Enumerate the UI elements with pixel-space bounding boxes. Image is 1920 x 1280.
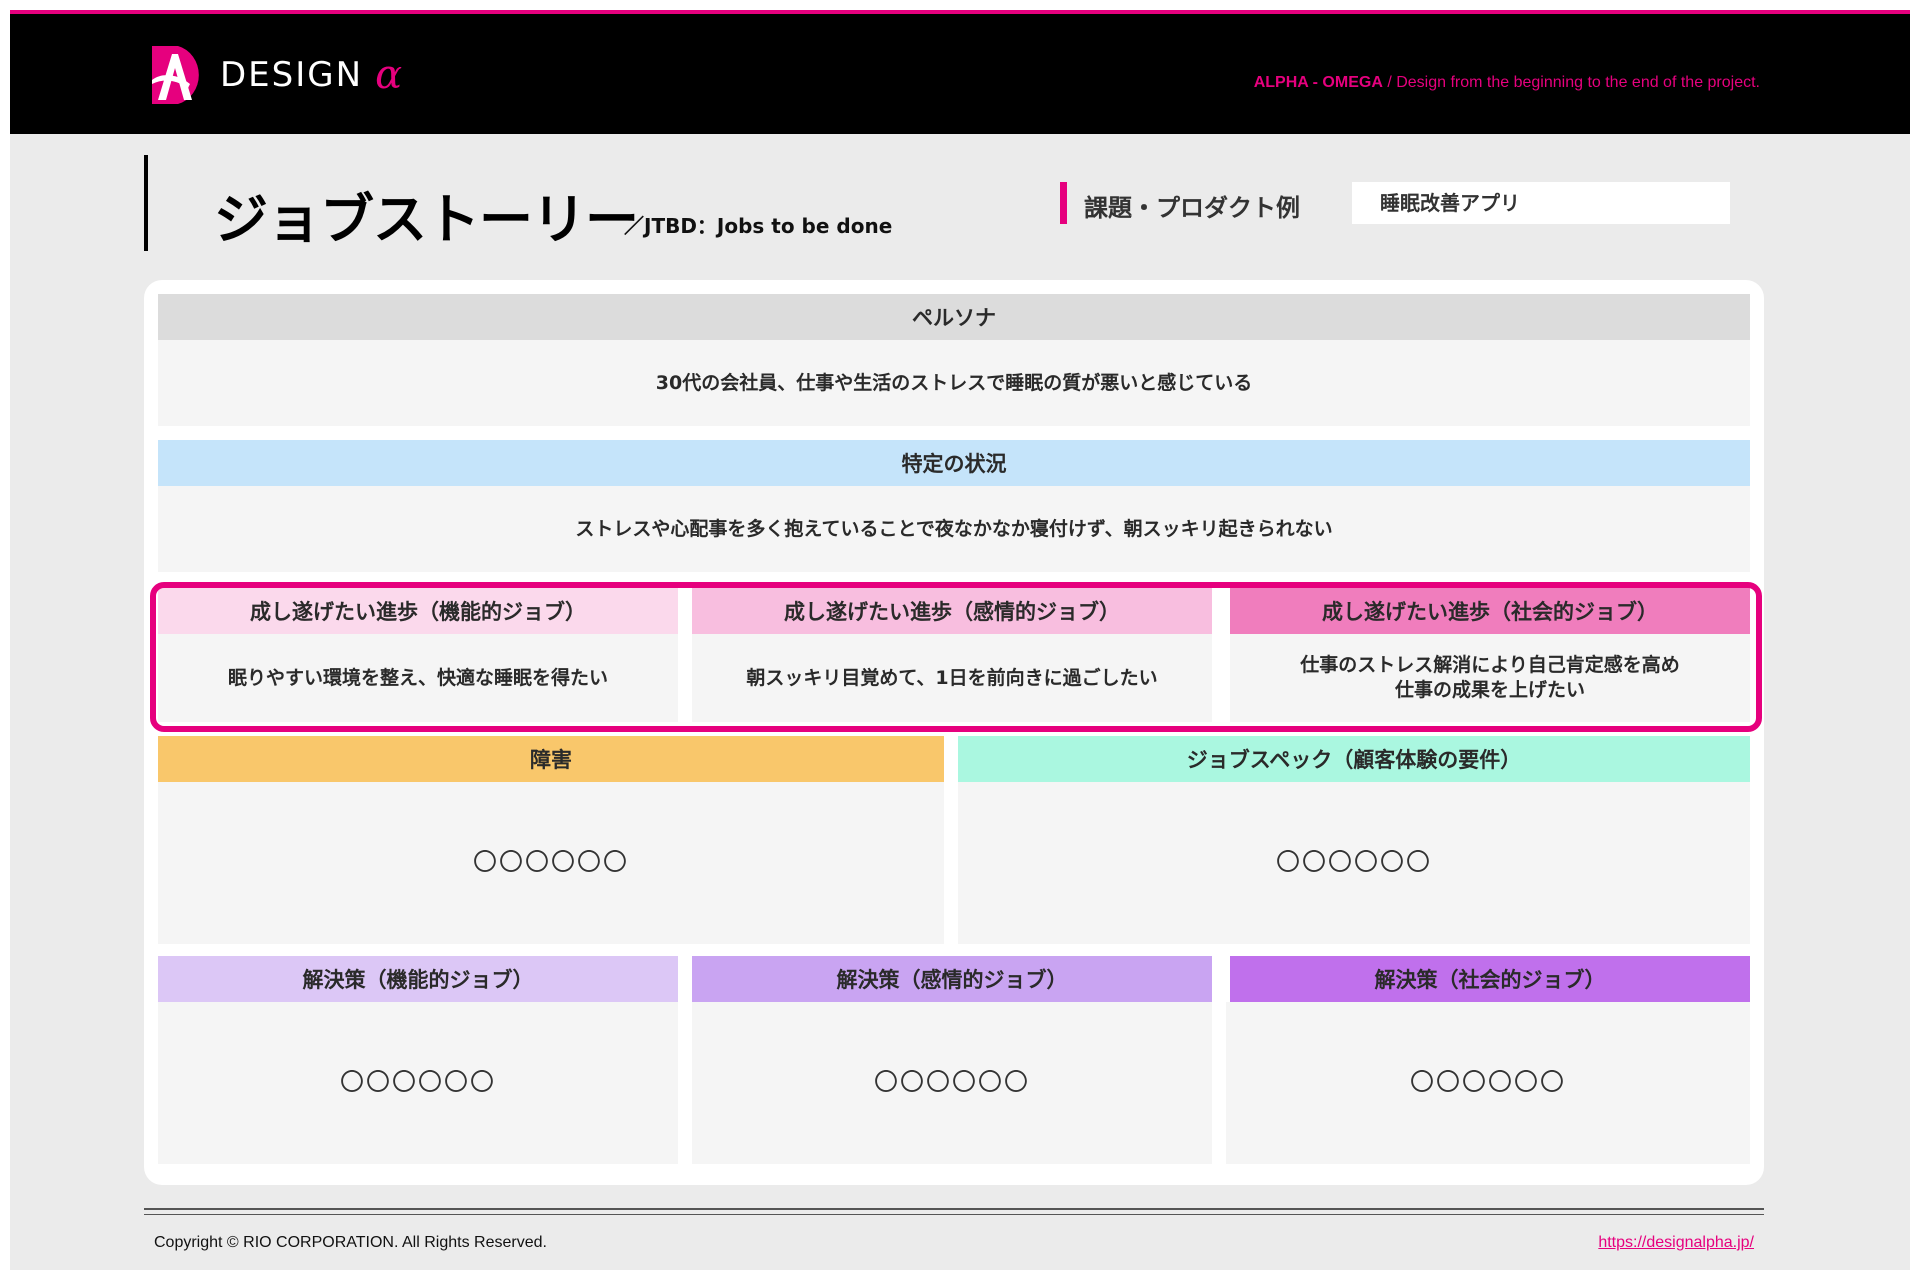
example-value-field[interactable]: 睡眠改善アプリ [1352,182,1730,224]
logo-text: DESIGN [220,55,364,95]
solution-emotional-header: 解決策（感情的ジョブ） [692,956,1212,1002]
progress-functional-header: 成し遂げたい進歩（機能的ジョブ） [158,588,678,634]
copyright-text: Copyright © RIO CORPORATION. All Rights … [154,1234,547,1251]
example-accent-mark [1060,182,1067,224]
progress-emotional-header: 成し遂げたい進歩（感情的ジョブ） [692,588,1212,634]
progress-social-header: 成し遂げたい進歩（社会的ジョブ） [1230,588,1750,634]
obstacle-header: 障害 [158,736,944,782]
tagline-rest: / Design from the beginning to the end o… [1382,74,1760,91]
solution-functional-text[interactable]: 〇〇〇〇〇〇 [158,1002,678,1164]
page-subtitle: ／JTBD：Jobs to be done [624,214,893,238]
solution-social-header: 解決策（社会的ジョブ） [1230,956,1750,1002]
persona-text[interactable]: 30代の会社員、仕事や生活のストレスで睡眠の質が悪いと感じている [158,340,1750,426]
logo[interactable]: DESIGN α [148,44,402,106]
progress-functional-text[interactable]: 眠りやすい環境を整え、快適な睡眠を得たい [158,634,678,722]
persona-header: ペルソナ [158,294,1750,340]
header-bar: DESIGN α ALPHA - OMEGA / Design from the… [10,10,1910,134]
progress-social-text[interactable]: 仕事のストレス解消により自己肯定感を高め 仕事の成果を上げたい [1230,634,1750,722]
footer-divider-thin [144,1214,1764,1215]
slide-page: DESIGN α ALPHA - OMEGA / Design from the… [10,10,1910,1270]
tagline-bold: ALPHA - OMEGA [1253,74,1383,91]
obstacle-text[interactable]: 〇〇〇〇〇〇 [158,782,944,944]
tagline: ALPHA - OMEGA / Design from the beginnin… [1254,74,1760,92]
solution-social-text[interactable]: 〇〇〇〇〇〇 [1226,1002,1750,1164]
situation-text[interactable]: ストレスや心配事を多く抱えていることで夜なかなか寝付けず、朝スッキリ起きられない [158,486,1750,572]
solution-emotional-text[interactable]: 〇〇〇〇〇〇 [692,1002,1212,1164]
logo-alpha: α [375,52,403,98]
footer-divider [144,1208,1764,1210]
design-alpha-logo-icon [152,46,199,104]
jobspec-header: ジョブスペック（顧客体験の要件） [958,736,1750,782]
progress-emotional-text[interactable]: 朝スッキリ目覚めて、1日を前向きに過ごしたい [692,634,1212,722]
example-label: 課題・プロダクト例 [1084,194,1300,222]
website-link[interactable]: https://designalpha.jp/ [1598,1234,1754,1252]
situation-header: 特定の状況 [158,440,1750,486]
title-accent-bar [144,155,148,251]
solution-functional-header: 解決策（機能的ジョブ） [158,956,678,1002]
jobspec-text[interactable]: 〇〇〇〇〇〇 [958,782,1750,944]
job-story-card: ペルソナ 30代の会社員、仕事や生活のストレスで睡眠の質が悪いと感じている 特定… [144,280,1764,1185]
page-title: ジョブストーリー [214,188,639,251]
